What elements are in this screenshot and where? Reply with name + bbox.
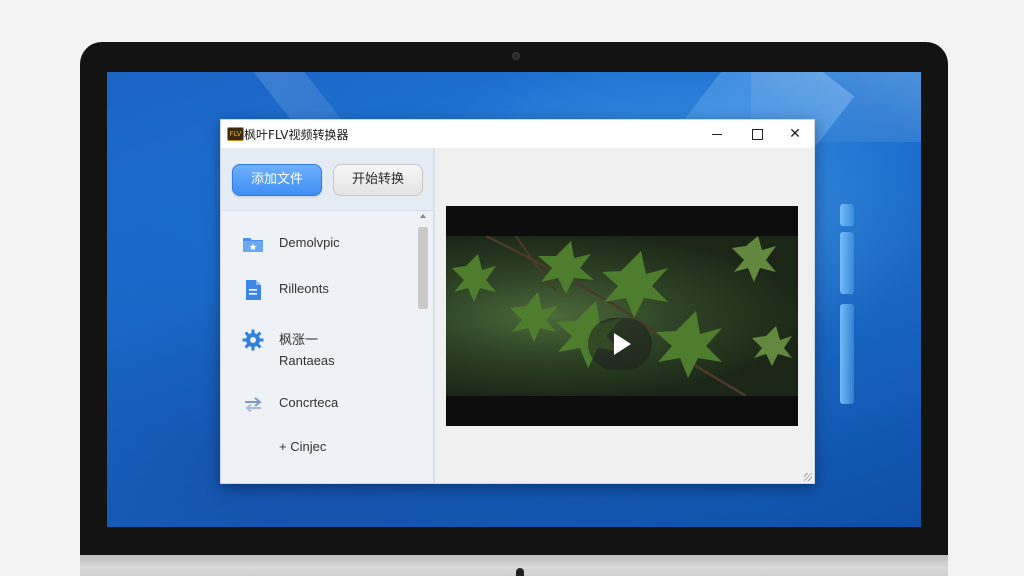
sidebar-item-label: + Cinjec xyxy=(279,439,327,454)
sidebar: 添加文件 开始转换 Demolvpic Rilleonts 枫涨一 Rantae… xyxy=(221,148,435,483)
scroll-thumb[interactable] xyxy=(418,227,428,309)
sidebar-item-label: 枫涨一 xyxy=(279,332,319,347)
sidebar-item-cinjec[interactable]: + Cinjec xyxy=(237,434,412,462)
desktop-widget xyxy=(840,204,854,226)
folder-icon xyxy=(243,238,263,252)
sidebar-item-demolvpic[interactable]: Demolvpic xyxy=(237,230,412,258)
app-icon: FLV xyxy=(227,127,244,141)
brand-logo xyxy=(516,568,524,576)
convert-arrows-icon xyxy=(245,397,262,413)
maximize-button[interactable] xyxy=(739,122,775,146)
webcam xyxy=(512,52,520,60)
sidebar-item-concrteca[interactable]: Concrteca xyxy=(237,390,412,418)
preview-panel xyxy=(435,148,814,483)
sidebar-item-sublabel: Rantaeas xyxy=(279,353,335,368)
start-convert-button[interactable]: 开始转换 xyxy=(333,164,423,196)
sidebar-item-rilleonts[interactable]: Rilleonts xyxy=(237,276,412,304)
window-title: 枫叶FLV视频转换器 xyxy=(244,128,349,142)
close-button[interactable]: ✕ xyxy=(777,122,813,146)
monitor-chin xyxy=(80,555,948,576)
scroll-up-arrow-icon[interactable] xyxy=(420,214,426,218)
minimize-button[interactable] xyxy=(699,122,735,146)
sidebar-scrollbar[interactable] xyxy=(417,212,429,480)
title-bar: FLV 枫叶FLV视频转换器 ✕ xyxy=(221,120,814,149)
play-icon[interactable] xyxy=(588,318,652,370)
sidebar-toolbar: 添加文件 开始转换 xyxy=(221,148,433,211)
sidebar-item-settings[interactable]: 枫涨一 Rantaeas xyxy=(237,324,412,376)
desktop-widget xyxy=(840,304,854,404)
gear-icon xyxy=(242,329,264,351)
add-file-button[interactable]: 添加文件 xyxy=(232,164,322,196)
document-icon xyxy=(246,280,261,300)
sidebar-item-label: Demolvpic xyxy=(279,235,340,250)
sidebar-item-label: Rilleonts xyxy=(279,281,329,296)
sidebar-item-label: Concrteca xyxy=(279,395,339,410)
app-window: FLV 枫叶FLV视频转换器 ✕ 添加文件 开始转换 Demolvpic Ril… xyxy=(220,119,815,484)
resize-grip[interactable] xyxy=(804,473,812,481)
desktop-widget xyxy=(840,232,854,294)
maple-leaves-image xyxy=(452,234,792,398)
video-preview[interactable] xyxy=(446,206,798,426)
video-frame xyxy=(446,234,798,398)
